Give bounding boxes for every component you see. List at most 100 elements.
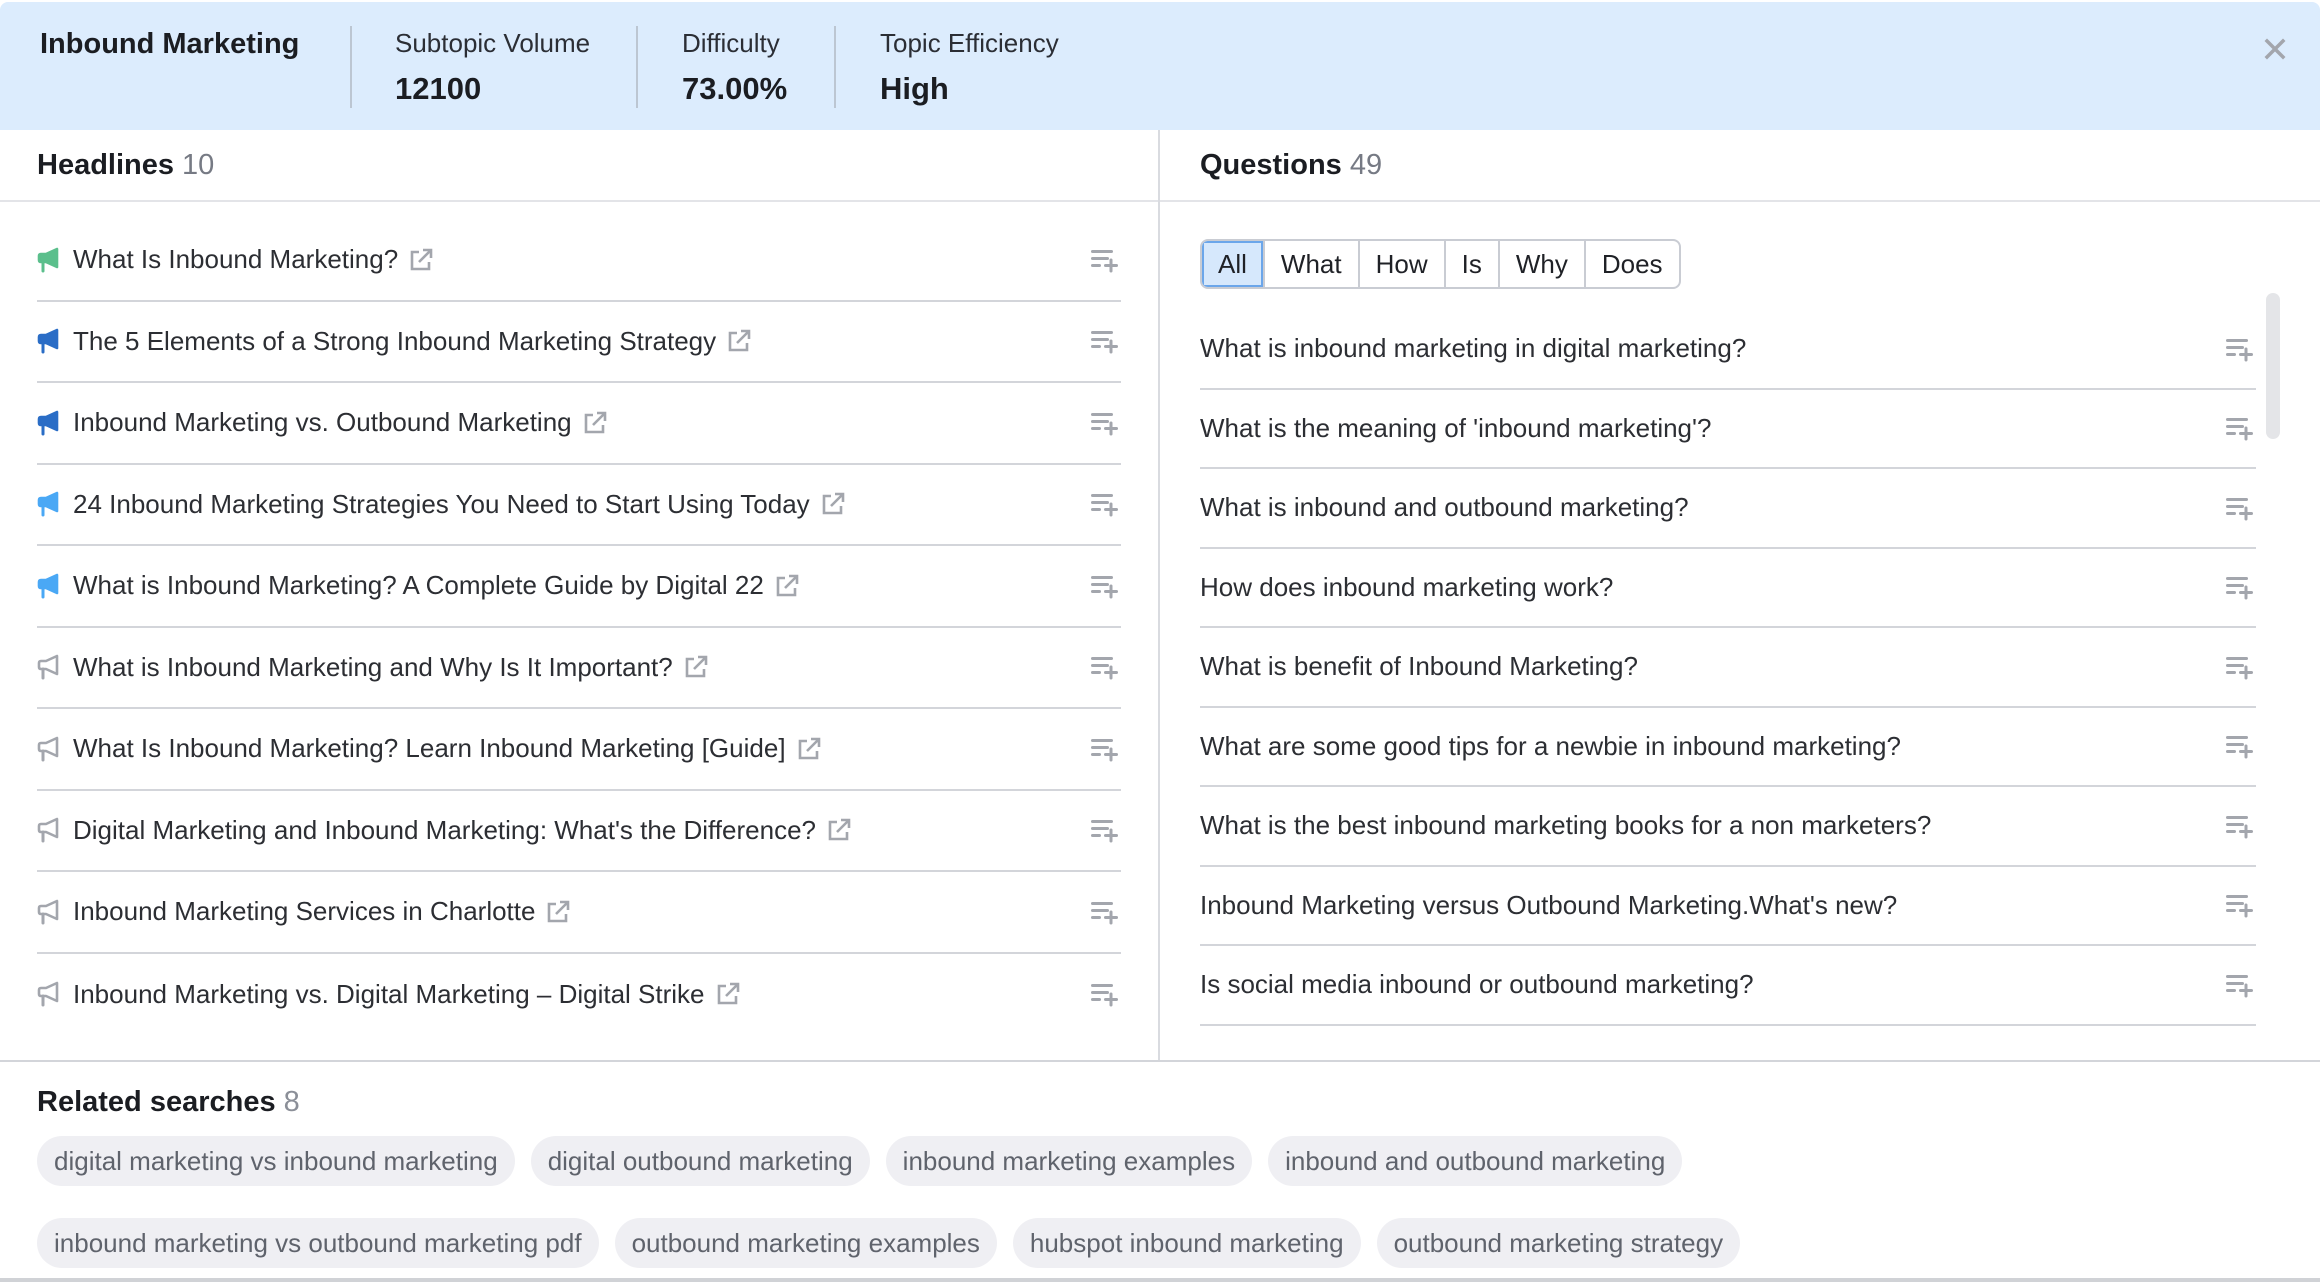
add-to-list-button[interactable]	[2224, 494, 2256, 522]
external-link-icon	[828, 818, 851, 841]
open-external-button[interactable]	[683, 654, 709, 680]
open-external-button[interactable]	[545, 899, 571, 925]
megaphone-icon	[37, 410, 59, 436]
headline-link[interactable]: The 5 Elements of a Strong Inbound Marke…	[73, 326, 716, 357]
headline-row: 24 Inbound Marketing Strategies You Need…	[37, 465, 1121, 546]
close-button[interactable]	[2260, 34, 2290, 64]
question-text[interactable]: What are some good tips for a newbie in …	[1200, 731, 1901, 762]
external-link-icon	[548, 900, 570, 923]
headline-link[interactable]: 24 Inbound Marketing Strategies You Need…	[73, 489, 810, 520]
question-text[interactable]: What is the meaning of 'inbound marketin…	[1200, 413, 1711, 444]
headline-row: The 5 Elements of a Strong Inbound Marke…	[37, 302, 1121, 383]
topic-title: Inbound Marketing	[40, 28, 300, 60]
close-icon	[2264, 38, 2286, 60]
filter-is[interactable]: Is	[1446, 241, 1500, 287]
headline-row: Inbound Marketing vs. Outbound Marketing	[37, 383, 1121, 465]
metric-label: Difficulty	[682, 28, 780, 58]
megaphone-icon	[37, 899, 59, 925]
add-to-list-button[interactable]	[2224, 653, 2256, 681]
filter-does[interactable]: Does	[1586, 241, 1679, 287]
related-searches-title: Related searches	[37, 1086, 276, 1118]
open-external-button[interactable]	[820, 491, 846, 517]
metric-value: High	[880, 71, 949, 106]
question-text[interactable]: Inbound Marketing versus Outbound Market…	[1200, 890, 1897, 921]
divider	[636, 26, 638, 108]
headlines-count: 10	[182, 148, 215, 181]
add-to-list-button[interactable]	[1089, 327, 1121, 355]
related-search-chip[interactable]: outbound marketing examples	[614, 1218, 997, 1268]
related-search-chip[interactable]: digital outbound marketing	[530, 1136, 870, 1186]
add-to-list-icon	[1091, 412, 1118, 436]
add-to-list-button[interactable]	[1089, 246, 1121, 274]
open-external-button[interactable]	[715, 981, 741, 1007]
add-to-list-button[interactable]	[2224, 414, 2256, 442]
question-text[interactable]: What is inbound and outbound marketing?	[1200, 492, 1689, 523]
add-to-list-button[interactable]	[1089, 898, 1121, 926]
open-external-button[interactable]	[796, 736, 822, 762]
question-row: What is inbound and outbound marketing?	[1200, 469, 2256, 549]
related-search-chip[interactable]: hubspot inbound marketing	[1012, 1218, 1361, 1268]
related-search-chip[interactable]: inbound and outbound marketing	[1268, 1136, 1683, 1186]
add-to-list-button[interactable]	[1089, 653, 1121, 681]
headline-link[interactable]: Inbound Marketing Services in Charlotte	[73, 896, 535, 927]
external-link-icon	[798, 737, 820, 760]
open-external-button[interactable]	[408, 247, 434, 273]
add-to-list-button[interactable]	[1089, 490, 1121, 518]
question-text[interactable]: How does inbound marketing work?	[1200, 572, 1613, 603]
filter-all[interactable]: All	[1202, 241, 1265, 287]
add-to-list-button[interactable]	[2224, 812, 2256, 840]
add-to-list-icon	[2226, 497, 2253, 521]
add-to-list-button[interactable]	[1089, 980, 1121, 1008]
headline-link[interactable]: What is Inbound Marketing? A Complete Gu…	[73, 570, 764, 601]
question-text[interactable]: Is social media inbound or outbound mark…	[1200, 969, 1754, 1000]
add-to-list-icon	[1091, 738, 1118, 762]
open-external-button[interactable]	[826, 817, 852, 843]
open-external-button[interactable]	[582, 410, 608, 436]
related-search-chip[interactable]: inbound marketing examples	[885, 1136, 1253, 1186]
divider	[834, 26, 836, 108]
filter-why[interactable]: Why	[1500, 241, 1586, 287]
external-link-icon	[410, 248, 433, 271]
questions-scrollbar[interactable]	[2266, 293, 2280, 439]
add-to-list-button[interactable]	[2224, 891, 2256, 919]
headlines-list: What Is Inbound Marketing? The 5 Elements…	[37, 220, 1121, 1035]
headline-row: Inbound Marketing Services in Charlotte	[37, 872, 1121, 954]
external-link-icon	[776, 574, 799, 597]
question-text[interactable]: What is benefit of Inbound Marketing?	[1200, 651, 1638, 682]
add-to-list-button[interactable]	[1089, 572, 1121, 600]
headline-link[interactable]: What is Inbound Marketing and Why Is It …	[73, 652, 673, 683]
add-to-list-button[interactable]	[2224, 573, 2256, 601]
headline-row: Inbound Marketing vs. Digital Marketing …	[37, 954, 1121, 1036]
add-to-list-button[interactable]	[2224, 971, 2256, 999]
filter-what[interactable]: What	[1265, 241, 1360, 287]
metric-label: Topic Efficiency	[880, 28, 1059, 58]
headline-link[interactable]: What Is Inbound Marketing? Learn Inbound…	[73, 733, 786, 764]
megaphone-icon	[37, 817, 59, 843]
megaphone-icon	[37, 328, 59, 354]
related-search-chip[interactable]: digital marketing vs inbound marketing	[37, 1136, 515, 1186]
add-to-list-button[interactable]	[1089, 735, 1121, 763]
add-to-list-button[interactable]	[1089, 409, 1121, 437]
add-to-list-button[interactable]	[2224, 335, 2256, 363]
metric-topic-efficiency: Topic Efficiency High	[880, 28, 1059, 107]
headline-link[interactable]: Digital Marketing and Inbound Marketing:…	[73, 815, 816, 846]
filter-how[interactable]: How	[1360, 241, 1446, 287]
related-search-chip[interactable]: inbound marketing vs outbound marketing …	[37, 1218, 599, 1268]
headline-link[interactable]: What Is Inbound Marketing?	[73, 244, 398, 275]
headline-link[interactable]: Inbound Marketing vs. Outbound Marketing	[73, 407, 572, 438]
metric-label: Subtopic Volume	[395, 28, 591, 58]
question-text[interactable]: What is the best inbound marketing books…	[1200, 810, 1931, 841]
related-searches-count: 8	[283, 1086, 300, 1118]
headline-link[interactable]: Inbound Marketing vs. Digital Marketing …	[73, 979, 705, 1010]
add-to-list-icon	[1091, 575, 1118, 599]
question-text[interactable]: What is inbound marketing in digital mar…	[1200, 333, 1746, 364]
headline-row: What is Inbound Marketing and Why Is It …	[37, 628, 1121, 709]
headline-row: What Is Inbound Marketing? Learn Inbound…	[37, 709, 1121, 791]
related-search-chip[interactable]: outbound marketing strategy	[1376, 1218, 1741, 1268]
open-external-button[interactable]	[774, 573, 800, 599]
add-to-list-button[interactable]	[2224, 732, 2256, 760]
question-row: What is the meaning of 'inbound marketin…	[1200, 390, 2256, 469]
add-to-list-button[interactable]	[1089, 816, 1121, 844]
add-to-list-icon	[2226, 815, 2253, 839]
open-external-button[interactable]	[726, 328, 752, 354]
